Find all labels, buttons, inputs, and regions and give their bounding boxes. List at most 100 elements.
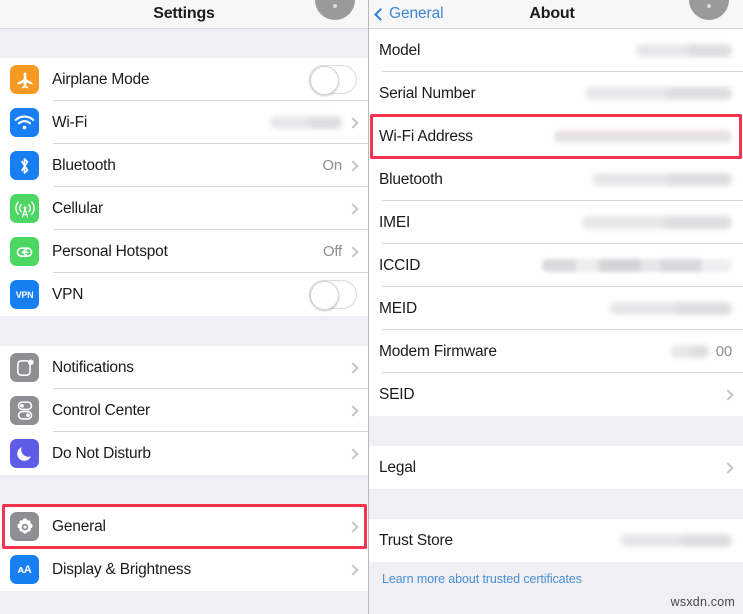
list-item-bluetooth[interactable]: Bluetooth [369,158,743,201]
list-item-accessory: Off [322,243,359,260]
chevron-right-icon [347,245,359,258]
list-item-label: SEID [379,385,415,403]
toggle-switch[interactable] [309,280,357,310]
list-item-label: Airplane Mode [52,70,150,88]
redacted-value [620,534,732,547]
list-item-vpn[interactable]: VPN VPN [0,273,368,316]
list-item-accessory [722,461,734,474]
redacted-value [270,116,342,129]
list-item-accessory: 00 [670,343,733,360]
list-item-label: Bluetooth [379,170,443,188]
about-section-trust-store: Trust Store [369,519,743,562]
list-item-accessory [592,173,732,186]
list-item-label: Wi-Fi [52,113,88,131]
list-item-display-brightness[interactable]: ᴀA Display & Brightness [0,548,368,591]
list-item-serial-number[interactable]: Serial Number [369,72,743,115]
list-item-trust-store[interactable]: Trust Store [369,519,743,562]
list-item-value: Off [322,243,342,260]
list-item-accessory [347,447,359,460]
list-item-label: Serial Number [379,84,476,102]
section-gap [0,316,368,346]
redacted-value [586,87,732,100]
notifications-icon [10,353,39,382]
toggle-switch[interactable] [309,65,357,95]
display-brightness-icon: ᴀA [10,555,39,584]
about-pane: General About Model Serial Number Wi-Fi Ad… [369,0,743,614]
list-item-label: Modem Firmware [379,342,497,360]
list-item-value: 00 [715,343,733,360]
list-item-imei[interactable]: IMEI [369,201,743,244]
list-item-label: Legal [379,458,416,476]
hotspot-icon [10,237,39,266]
learn-more-link[interactable]: Learn more about trusted certificates [382,572,582,586]
status-circle-dot-icon [707,4,711,8]
toggle-knob [309,65,339,95]
list-item-wi-fi-address[interactable]: Wi-Fi Address [369,115,743,158]
airplane-icon [10,65,39,94]
list-item-general[interactable]: General [0,505,368,548]
list-item-accessory [347,202,359,215]
chevron-right-icon [347,447,359,460]
redacted-value [582,216,732,229]
list-item-modem-firmware[interactable]: Modem Firmware 00 [369,330,743,373]
status-circle-dot-icon [333,4,337,8]
list-item-accessory [309,65,357,95]
list-item-meid[interactable]: MEID [369,287,743,330]
about-section-legal: Legal [369,446,743,489]
bluetooth-icon [10,151,39,180]
list-item-control-center[interactable]: Control Center [0,389,368,432]
gear-icon [10,512,39,541]
ios-settings-split-screenshot: Settings Airplane Mode Wi-Fi Bluetooth On Ce… [0,0,743,614]
list-item-seid[interactable]: SEID [369,373,743,416]
list-item-label: VPN [52,285,84,303]
list-item-accessory [347,404,359,417]
chevron-right-icon [722,388,734,401]
list-item-accessory [586,87,732,100]
toggle-knob [309,280,339,310]
back-button-general[interactable]: General [369,5,444,23]
vpn-icon: VPN [10,280,39,309]
watermark: wsxdn.com [670,595,735,609]
list-item-label: Do Not Disturb [52,444,151,462]
chevron-right-icon [347,520,359,533]
page-title: Settings [153,5,215,22]
settings-navbar: Settings [0,0,368,29]
settings-section-general: General ᴀA Display & Brightness [0,505,368,591]
list-item-do-not-disturb[interactable]: Do Not Disturb [0,432,368,475]
chevron-right-icon [347,116,359,129]
redacted-value [592,173,732,186]
list-item-personal-hotspot[interactable]: Personal Hotspot Off [0,230,368,273]
list-item-wi-fi[interactable]: Wi-Fi [0,101,368,144]
section-gap [0,29,368,58]
list-item-label: Cellular [52,199,103,217]
list-item-notifications[interactable]: Notifications [0,346,368,389]
chevron-left-icon [374,7,387,21]
list-item-label: Wi-Fi Address [379,127,473,145]
chevron-right-icon [347,159,359,172]
list-item-label: Bluetooth [52,156,116,174]
redacted-value [636,44,732,57]
list-item-airplane-mode[interactable]: Airplane Mode [0,58,368,101]
back-button-label: General [389,5,444,22]
list-item-accessory [347,520,359,533]
list-item-accessory [347,563,359,576]
chevron-right-icon [722,461,734,474]
settings-section-notifications: Notifications Control Center Do Not Distur… [0,346,368,475]
settings-section-connectivity: Airplane Mode Wi-Fi Bluetooth On Cellular Per… [0,58,368,316]
list-item-model[interactable]: Model [369,29,743,72]
list-item-label: Model [379,41,421,59]
list-item-legal[interactable]: Legal [369,446,743,489]
cellular-icon [10,194,39,223]
chevron-right-icon [347,202,359,215]
list-item-iccid[interactable]: ICCID [369,244,743,287]
list-item-label: General [52,517,106,535]
wifi-icon [10,108,39,137]
list-item-label: MEID [379,299,417,317]
list-item-label: Personal Hotspot [52,242,168,260]
list-item-label: Display & Brightness [52,560,192,578]
list-item-cellular[interactable]: Cellular [0,187,368,230]
section-gap [0,475,368,505]
list-item-bluetooth[interactable]: Bluetooth On [0,144,368,187]
list-item-accessory [554,130,732,143]
list-item-accessory [542,259,732,272]
